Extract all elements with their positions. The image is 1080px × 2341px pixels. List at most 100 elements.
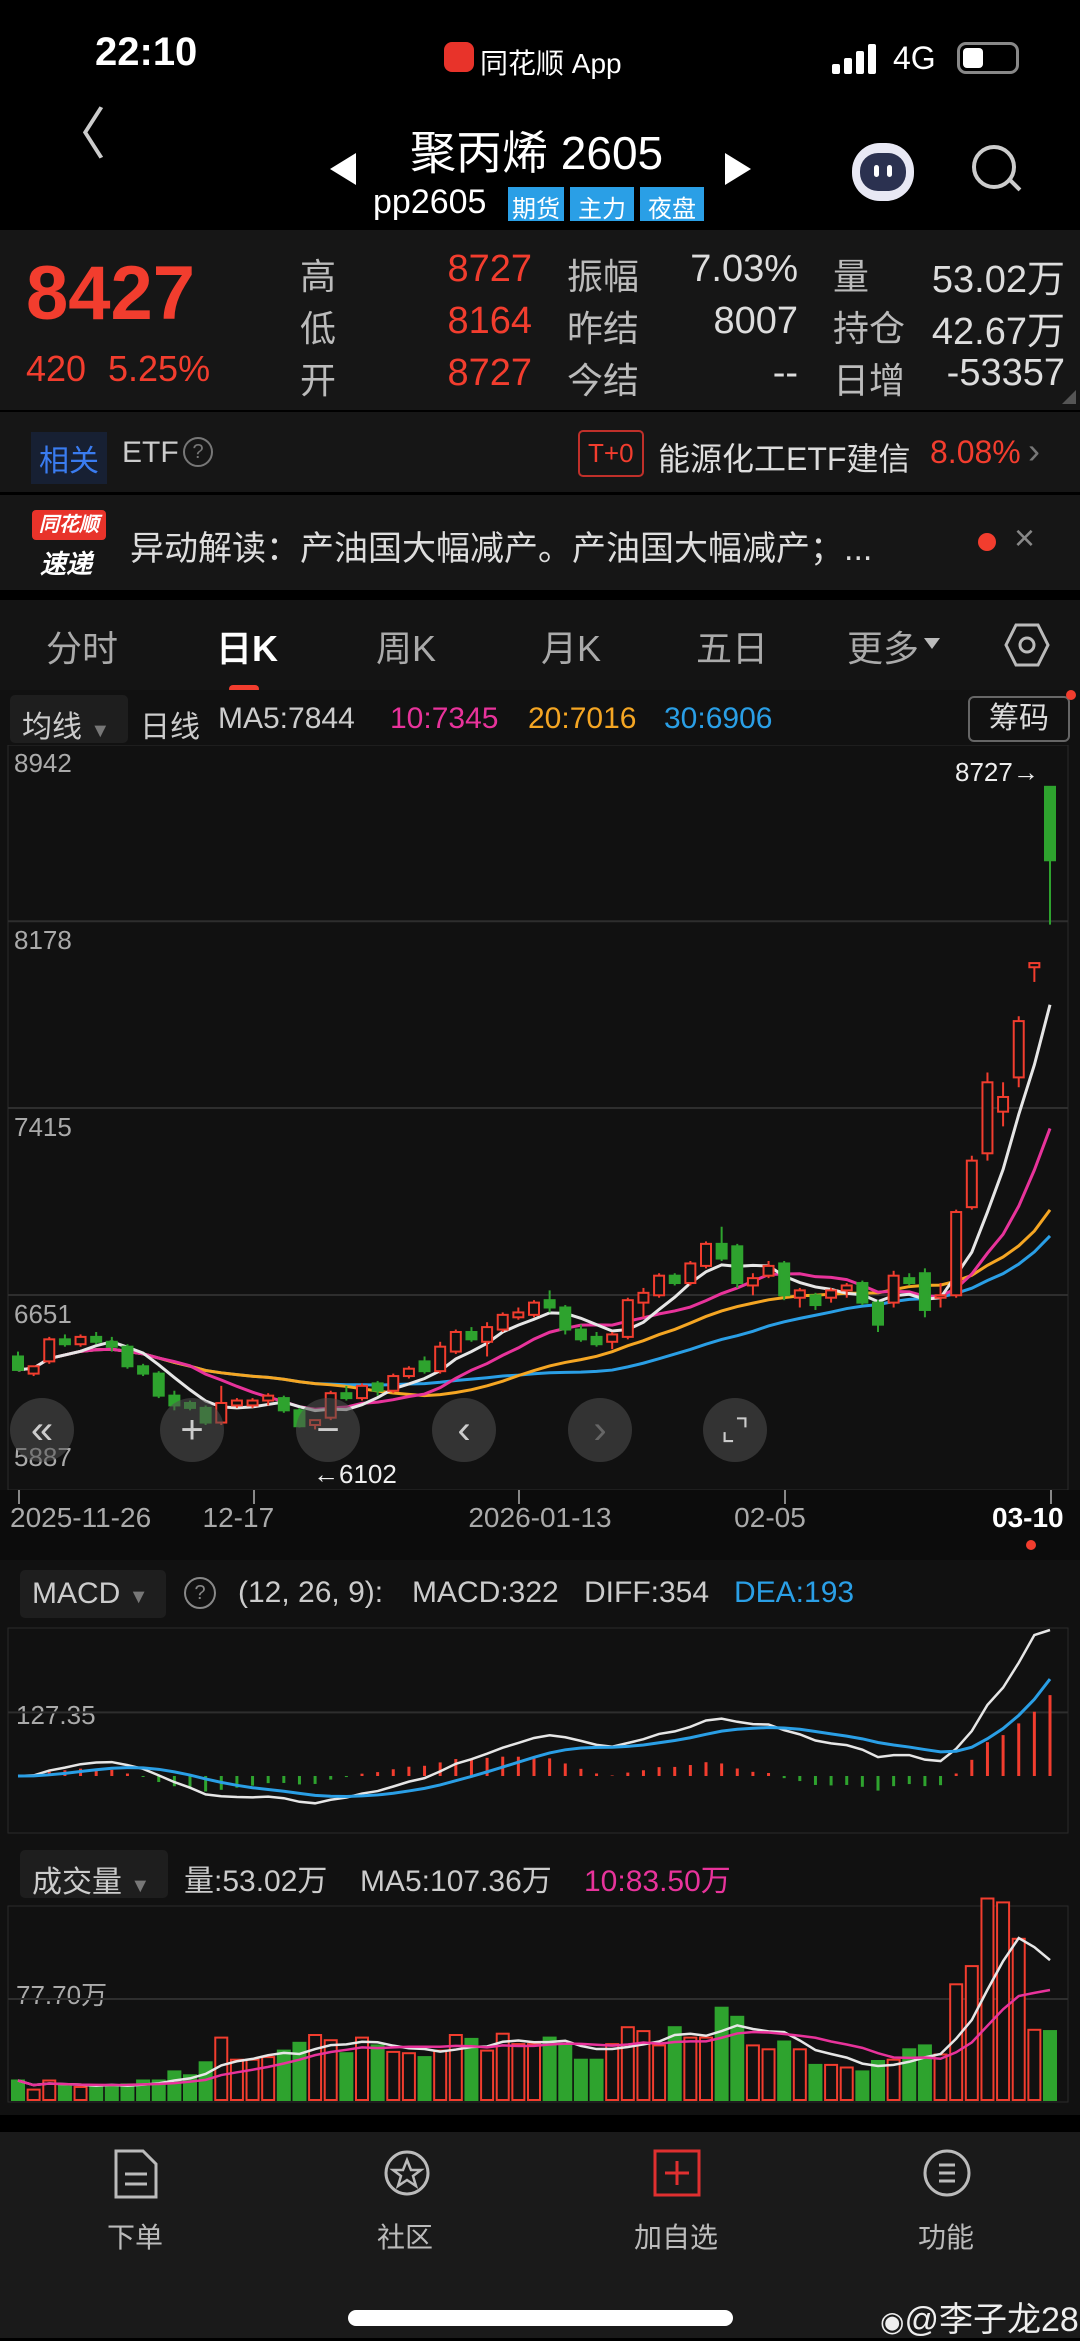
prev-contract-button[interactable] (330, 153, 356, 185)
weibo-watermark: ◉@李子龙28 (880, 2301, 1079, 2339)
volume-bar (339, 2052, 354, 2101)
candle (997, 1095, 1010, 1113)
nav-community[interactable]: 社区 (325, 2148, 485, 2258)
settings-icon[interactable] (1004, 622, 1050, 668)
help-icon[interactable]: ? (183, 437, 213, 467)
date-label: 2025-11-26 (10, 1502, 152, 1533)
candle (840, 1284, 853, 1292)
candlestick-chart[interactable] (0, 745, 1080, 1490)
candle (12, 1355, 24, 1371)
volume-bar (57, 2084, 72, 2101)
date-label: 03-10 (992, 1502, 1064, 1533)
candle (965, 1159, 978, 1209)
candle (981, 1081, 994, 1155)
date-label: 2026-01-13 (468, 1502, 612, 1533)
volume-chart[interactable] (0, 1840, 1080, 2115)
candle (590, 1335, 603, 1346)
battery-icon (957, 42, 1019, 74)
tag-futures: 期货 (508, 187, 564, 223)
volume-bar (1027, 2028, 1042, 2101)
quote-value: 8164 (447, 300, 532, 342)
candle (418, 1360, 431, 1373)
candle (934, 1294, 947, 1299)
volume-bar (792, 2048, 807, 2102)
candle (918, 1272, 931, 1311)
news-banner[interactable]: 同花顺 速递 异动解读：产油国大幅减产。产油国大幅减产；... × (0, 495, 1080, 590)
indicator-selector[interactable]: 均线 ▼ (10, 695, 128, 744)
price-change-pct: 5.25% (108, 348, 211, 389)
scroll-right-button[interactable]: › (568, 1398, 632, 1462)
quote-value: 7.03% (690, 248, 798, 290)
home-indicator[interactable] (348, 2310, 733, 2326)
date-tick (784, 1490, 787, 1504)
search-icon[interactable] (972, 145, 1022, 195)
volume-bar (89, 2084, 104, 2101)
nav-order[interactable]: 下单 (55, 2148, 215, 2258)
tab-more[interactable]: 更多 (847, 620, 919, 672)
add-plus-icon (653, 2149, 701, 2197)
tab-five-day[interactable]: 五日 (696, 620, 768, 672)
back-button[interactable]: 〈 (50, 105, 106, 165)
quote-label: 日增 (833, 360, 906, 401)
volume-bar (573, 2058, 588, 2101)
volume-bar (589, 2058, 604, 2101)
candle (121, 1345, 134, 1368)
zoom-in-button[interactable]: + (160, 1398, 224, 1462)
quote-value: 42.67万 (931, 311, 1065, 353)
volume-bar (933, 2053, 948, 2101)
ma10-value: 10:7345 (390, 702, 499, 735)
last-price: 8427 (26, 251, 196, 336)
price-change: 420 (26, 348, 87, 389)
next-contract-button[interactable] (725, 153, 751, 185)
max-price-label: 8727→ (955, 756, 1039, 787)
candle (668, 1274, 681, 1285)
volume-bar (26, 2088, 41, 2102)
ths-express-logo: 同花顺 速递 (32, 510, 108, 579)
fullscreen-button[interactable]: ⌞⌝ (703, 1398, 767, 1462)
volume-bar (480, 2049, 495, 2102)
assistant-robot-icon[interactable] (852, 143, 914, 201)
tab-daily-k[interactable]: 日K (216, 620, 278, 672)
candle (402, 1367, 415, 1378)
candle (152, 1372, 165, 1397)
volume-bar (11, 2079, 25, 2101)
candle (371, 1382, 384, 1392)
quote-value: 8007 (713, 300, 798, 342)
candle (230, 1399, 243, 1407)
candle (872, 1301, 884, 1326)
rewind-button[interactable]: « (10, 1398, 74, 1462)
candle (465, 1330, 478, 1341)
nav-add-watchlist[interactable]: 加自选 (596, 2148, 756, 2258)
notification-dot (1066, 690, 1076, 700)
macd-chart[interactable] (0, 1560, 1080, 1840)
zoom-out-button[interactable]: − (296, 1398, 360, 1462)
candle (559, 1306, 572, 1331)
tab-weekly-k[interactable]: 周K (376, 620, 436, 672)
scroll-left-button[interactable]: ‹ (432, 1398, 496, 1462)
ma5-value: MA5:7844 (218, 702, 355, 735)
chips-button[interactable]: 筹码 (968, 696, 1070, 742)
status-bar: 22:10 同花顺 App 4G (0, 0, 1080, 95)
contract-code: pp2605 (373, 183, 487, 221)
candle (27, 1365, 40, 1375)
diff-line (17, 1628, 1051, 1805)
kline-panel: 均线 ▼ 日线 MA5:7844 10:7345 20:7016 30:6906… (0, 690, 1080, 1560)
tab-monthly-k[interactable]: 月K (541, 620, 601, 672)
candle (74, 1335, 87, 1346)
candle (903, 1277, 916, 1285)
nav-functions[interactable]: 功能 (866, 2148, 1026, 2258)
volume-bar (996, 1901, 1011, 2102)
candle (1044, 785, 1056, 862)
volume-bar (229, 2058, 244, 2101)
candle (246, 1399, 259, 1407)
page-title: 聚丙烯 2605 (410, 127, 664, 179)
candle (356, 1384, 368, 1400)
related-etf-row[interactable]: 相关 ETF ? T+0 能源化工ETF建信 8.08% › (0, 412, 1080, 492)
expand-corner-icon[interactable] (1062, 390, 1076, 404)
volume-bar (699, 2036, 713, 2102)
tab-intraday[interactable]: 分时 (46, 620, 118, 672)
latest-dot (1026, 1540, 1036, 1550)
candle (105, 1340, 118, 1348)
volume-bar (605, 2043, 620, 2102)
close-icon[interactable]: × (1014, 517, 1035, 559)
